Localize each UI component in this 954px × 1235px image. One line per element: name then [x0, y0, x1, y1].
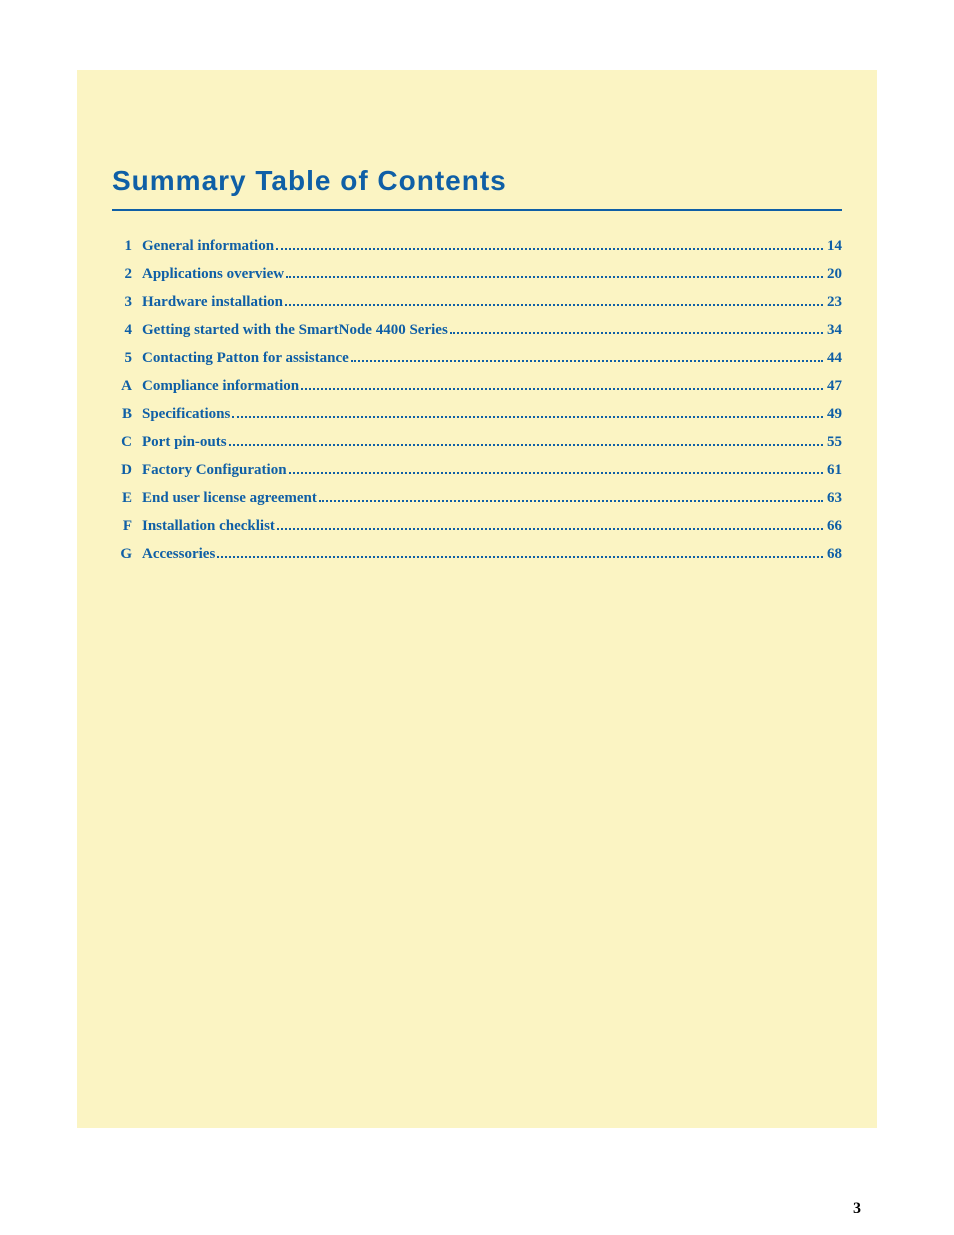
- toc-leader-dots: [229, 444, 823, 446]
- table-of-contents: 1General information 14 2Applications ove…: [112, 239, 842, 562]
- toc-entry-number: A: [112, 379, 142, 394]
- toc-entry-title: Getting started with the SmartNode 4400 …: [142, 323, 448, 338]
- page-number: 3: [853, 1200, 861, 1218]
- toc-entry[interactable]: FInstallation checklist 66: [112, 519, 842, 534]
- toc-entry-page: 61: [827, 463, 842, 478]
- toc-entry-page: 44: [827, 351, 842, 366]
- toc-entry-number: B: [112, 407, 142, 422]
- toc-leader-dots: [319, 500, 823, 502]
- toc-entry-title: Hardware installation: [142, 295, 283, 310]
- toc-entry[interactable]: 2Applications overview 20: [112, 267, 842, 282]
- toc-entry-number: 2: [112, 267, 142, 282]
- toc-leader-dots: [217, 556, 823, 558]
- toc-entry-number: E: [112, 491, 142, 506]
- toc-entry-title: Port pin-outs: [142, 435, 227, 450]
- toc-entry-number: D: [112, 463, 142, 478]
- toc-entry[interactable]: BSpecifications 49: [112, 407, 842, 422]
- toc-leader-dots: [351, 360, 823, 362]
- toc-entry-number: 3: [112, 295, 142, 310]
- toc-entry[interactable]: 3Hardware installation 23: [112, 295, 842, 310]
- toc-entry-page: 66: [827, 519, 842, 534]
- toc-entry[interactable]: ACompliance information 47: [112, 379, 842, 394]
- toc-entry-title: Compliance information: [142, 379, 299, 394]
- toc-entry-number: 1: [112, 239, 142, 254]
- toc-entry-page: 34: [827, 323, 842, 338]
- toc-entry-number: 5: [112, 351, 142, 366]
- toc-entry-title: Applications overview: [142, 267, 284, 282]
- toc-entry-number: F: [112, 519, 142, 534]
- toc-entry[interactable]: CPort pin-outs 55: [112, 435, 842, 450]
- toc-entry-number: G: [112, 547, 142, 562]
- toc-entry-page: 20: [827, 267, 842, 282]
- page-title: Summary Table of Contents: [112, 165, 842, 211]
- toc-entry[interactable]: 5Contacting Patton for assistance 44: [112, 351, 842, 366]
- toc-entry[interactable]: EEnd user license agreement 63: [112, 491, 842, 506]
- toc-leader-dots: [285, 304, 823, 306]
- toc-entry[interactable]: 1General information 14: [112, 239, 842, 254]
- toc-leader-dots: [277, 528, 823, 530]
- content-area: Summary Table of Contents 1General infor…: [112, 165, 842, 575]
- toc-leader-dots: [276, 248, 823, 250]
- toc-entry-page: 49: [827, 407, 842, 422]
- toc-entry-page: 47: [827, 379, 842, 394]
- toc-entry-page: 14: [827, 239, 842, 254]
- toc-entry[interactable]: GAccessories 68: [112, 547, 842, 562]
- toc-leader-dots: [232, 416, 823, 418]
- toc-leader-dots: [450, 332, 823, 334]
- toc-entry-number: 4: [112, 323, 142, 338]
- toc-leader-dots: [286, 276, 823, 278]
- toc-entry-title: Contacting Patton for assistance: [142, 351, 349, 366]
- toc-entry[interactable]: DFactory Configuration 61: [112, 463, 842, 478]
- toc-entry-title: Factory Configuration: [142, 463, 287, 478]
- toc-entry-title: Installation checklist: [142, 519, 275, 534]
- toc-entry-number: C: [112, 435, 142, 450]
- toc-leader-dots: [301, 388, 823, 390]
- toc-entry-page: 63: [827, 491, 842, 506]
- toc-entry-page: 55: [827, 435, 842, 450]
- toc-entry-title: Accessories: [142, 547, 215, 562]
- toc-entry-title: Specifications: [142, 407, 230, 422]
- document-page: Summary Table of Contents 1General infor…: [77, 70, 877, 1128]
- toc-entry-page: 23: [827, 295, 842, 310]
- toc-entry[interactable]: 4Getting started with the SmartNode 4400…: [112, 323, 842, 338]
- toc-entry-page: 68: [827, 547, 842, 562]
- toc-entry-title: General information: [142, 239, 274, 254]
- toc-entry-title: End user license agreement: [142, 491, 317, 506]
- toc-leader-dots: [289, 472, 823, 474]
